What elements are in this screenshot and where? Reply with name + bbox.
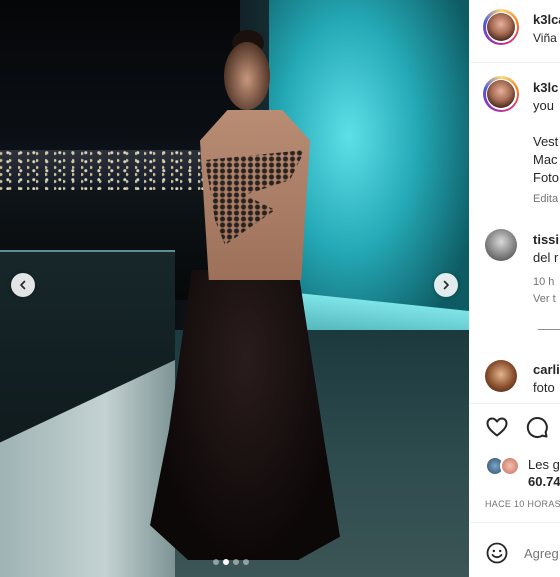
comment-button[interactable] bbox=[525, 415, 549, 439]
add-comment-input[interactable] bbox=[524, 542, 560, 564]
heart-icon bbox=[486, 417, 508, 437]
header-location[interactable]: Viña d bbox=[533, 31, 560, 45]
chevron-left-icon bbox=[20, 280, 26, 290]
liker-avatar[interactable] bbox=[500, 456, 520, 476]
smiley-icon bbox=[486, 542, 508, 564]
avatar-image bbox=[487, 13, 515, 41]
carousel-dot bbox=[213, 559, 219, 565]
carousel-indicator bbox=[213, 559, 249, 565]
comment-input-divider bbox=[469, 522, 560, 523]
replies-divider bbox=[538, 329, 560, 330]
caption-edited-label: Edita bbox=[533, 193, 559, 205]
carousel-next-button[interactable] bbox=[434, 273, 458, 297]
header-username[interactable]: k3lca bbox=[533, 12, 560, 27]
caption-text-line: Foto bbox=[533, 170, 560, 185]
likes-label[interactable]: Les g bbox=[528, 457, 560, 472]
caption-username[interactable]: k3lc bbox=[533, 80, 558, 95]
chevron-right-icon bbox=[443, 280, 449, 290]
city-lights bbox=[0, 150, 220, 190]
likes-count[interactable]: 60.74 bbox=[528, 474, 560, 489]
caption-text-line: Vest bbox=[533, 134, 559, 149]
post-timestamp: HACE 10 HORAS bbox=[485, 499, 560, 509]
carousel-dot bbox=[233, 559, 239, 565]
comment-text: del r bbox=[533, 250, 559, 265]
emoji-button[interactable] bbox=[485, 541, 509, 565]
like-button[interactable] bbox=[485, 415, 509, 439]
actions-divider bbox=[469, 403, 560, 404]
comment-bubble-icon bbox=[526, 417, 548, 438]
avatar-image bbox=[487, 80, 515, 108]
carousel-prev-button[interactable] bbox=[11, 273, 35, 297]
caption-text-line: you bbox=[533, 98, 554, 113]
figure-head bbox=[224, 42, 270, 110]
carousel-dot bbox=[223, 559, 229, 565]
carousel-dot bbox=[243, 559, 249, 565]
comment-time: 10 h bbox=[533, 276, 555, 288]
caption-text-line: Mac bbox=[533, 152, 558, 167]
header-divider bbox=[469, 62, 560, 63]
post-side-panel: k3lca Viña d k3lc you Vest Mac Foto Edit… bbox=[469, 0, 560, 577]
author-avatar[interactable] bbox=[483, 9, 519, 45]
comment-text: foto bbox=[533, 380, 555, 395]
caption-avatar[interactable] bbox=[483, 76, 519, 112]
commenter-avatar[interactable] bbox=[485, 360, 517, 392]
comment-username[interactable]: carli bbox=[533, 362, 560, 377]
comment-username[interactable]: tissi bbox=[533, 232, 559, 247]
view-replies-link[interactable]: Ver t bbox=[533, 293, 556, 305]
post-photo[interactable] bbox=[0, 0, 469, 577]
commenter-avatar[interactable] bbox=[485, 229, 517, 261]
